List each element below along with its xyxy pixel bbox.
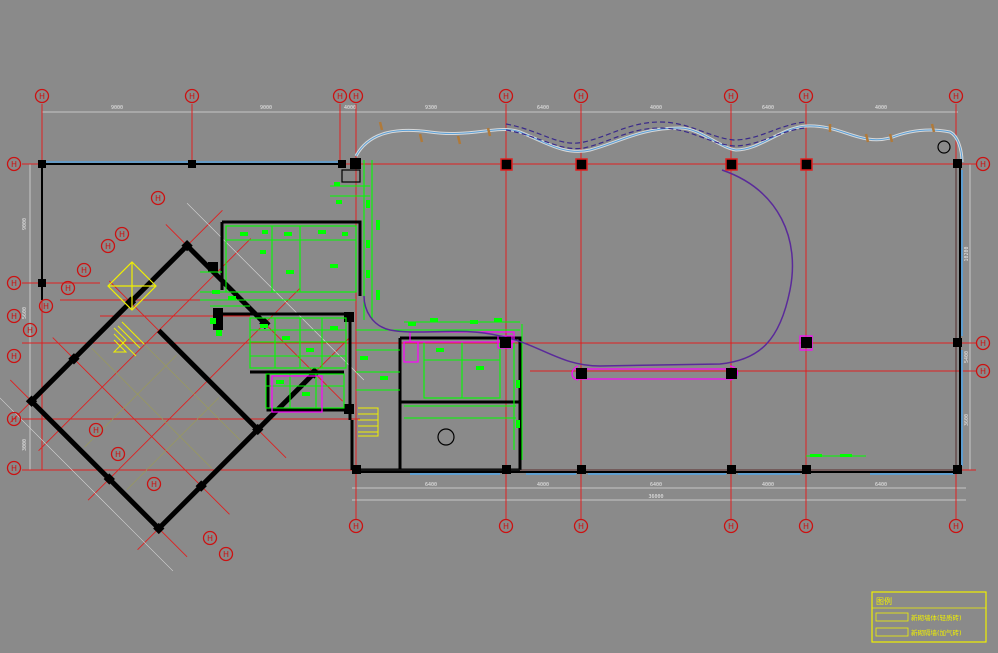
dimension-label-top: 6400 — [762, 105, 774, 111]
svg-text:H: H — [578, 92, 584, 101]
dimension-label-top: 9300 — [425, 105, 437, 111]
svg-text:H: H — [105, 242, 111, 251]
dimension-label-bottom: 4000 — [537, 482, 549, 488]
svg-text:H: H — [503, 92, 509, 101]
dimension-label-total: 36000 — [648, 494, 663, 500]
drawing-background — [0, 0, 998, 653]
floor-plan-drawing: 9000 9000 9300 6400 4000 6400 4000 4000 9000 5600… — [0, 0, 998, 653]
dimension-label-left: 3000 — [22, 439, 28, 451]
dimension-label-left: 9000 — [22, 218, 28, 230]
dimension-label-left: 5600 — [22, 307, 28, 319]
svg-text:H: H — [65, 284, 71, 293]
svg-text:H: H — [980, 339, 986, 348]
svg-text:H: H — [39, 92, 45, 101]
svg-text:H: H — [953, 92, 959, 101]
svg-text:H: H — [980, 367, 986, 376]
svg-text:H: H — [803, 522, 809, 531]
svg-text:H: H — [223, 550, 229, 559]
dimension-label-right: 5400 — [964, 351, 970, 363]
dimension-label-top: 4000 — [344, 105, 356, 111]
svg-text:H: H — [728, 92, 734, 101]
svg-text:H: H — [353, 522, 359, 531]
svg-text:H: H — [953, 522, 959, 531]
svg-text:H: H — [11, 352, 17, 361]
svg-text:H: H — [155, 194, 161, 203]
dimension-label-bottom: 4000 — [762, 482, 774, 488]
dimension-label-right: 10200 — [964, 246, 970, 261]
svg-text:H: H — [43, 302, 49, 311]
dimension-label-bottom: 6400 — [425, 482, 437, 488]
svg-text:H: H — [578, 522, 584, 531]
svg-text:H: H — [337, 92, 343, 101]
svg-text:H: H — [207, 534, 213, 543]
svg-text:H: H — [11, 160, 17, 169]
svg-text:H: H — [353, 92, 359, 101]
svg-text:H: H — [151, 480, 157, 489]
svg-text:H: H — [27, 326, 33, 335]
svg-text:H: H — [119, 230, 125, 239]
svg-text:H: H — [81, 266, 87, 275]
svg-text:H: H — [93, 426, 99, 435]
dimension-label-top: 9000 — [111, 105, 123, 111]
dimension-label-top: 6400 — [537, 105, 549, 111]
dimension-label-bottom: 6400 — [650, 482, 662, 488]
svg-text:H: H — [115, 450, 121, 459]
svg-text:H: H — [11, 415, 17, 424]
svg-text:H: H — [803, 92, 809, 101]
svg-text:H: H — [11, 464, 17, 473]
svg-text:H: H — [980, 160, 986, 169]
dimension-label-top: 9000 — [260, 105, 272, 111]
svg-text:H: H — [11, 279, 17, 288]
svg-text:H: H — [728, 522, 734, 531]
svg-text:H: H — [11, 312, 17, 321]
dimension-label-top: 4000 — [650, 105, 662, 111]
dimension-label-top: 4000 — [875, 105, 887, 111]
svg-text:H: H — [189, 92, 195, 101]
legend-title: 图例 — [876, 596, 892, 606]
legend-row-2: 新砌隔墙(加气砖) — [911, 628, 962, 637]
svg-text:H: H — [503, 522, 509, 531]
dimension-label-right: 3600 — [964, 414, 970, 426]
dimension-label-bottom: 6400 — [875, 482, 887, 488]
legend-row-1: 新砌墙体(轻质砖) — [911, 613, 962, 622]
